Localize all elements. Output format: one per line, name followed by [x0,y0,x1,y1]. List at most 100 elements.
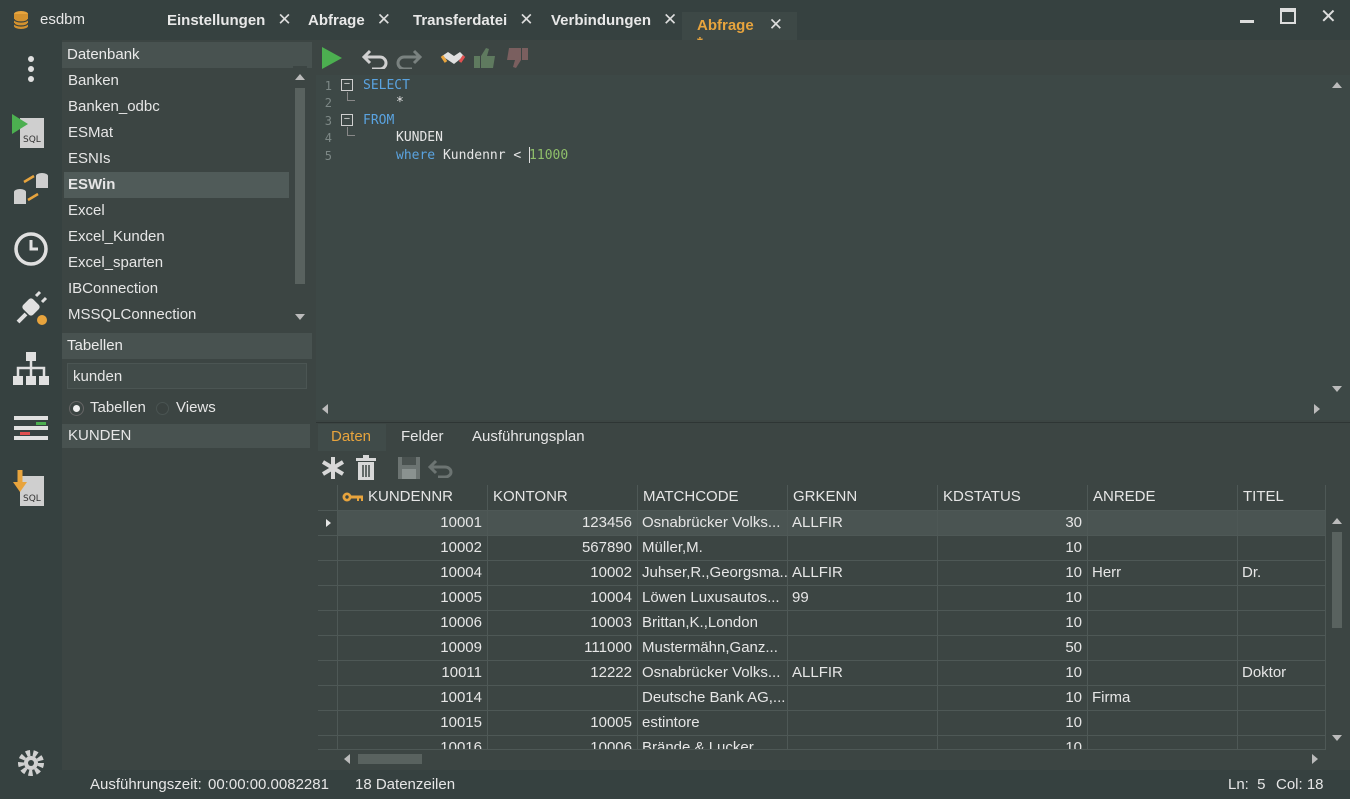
undo-icon[interactable] [362,47,390,69]
cell-kdstatus[interactable]: 30 [938,511,1088,536]
grid-horizontal-thumb[interactable] [358,754,422,764]
cell-kundennr[interactable]: 10001 [338,511,488,536]
thumbs-down-icon[interactable] [504,46,530,70]
column-header-kontonr[interactable]: KONTONR [488,485,638,511]
cell-kontonr[interactable]: 10006 [488,736,638,750]
cell-kdstatus[interactable]: 10 [938,586,1088,611]
cell-anrede[interactable] [1088,511,1238,536]
cell-kdstatus[interactable]: 10 [938,686,1088,711]
cell-kdstatus[interactable]: 10 [938,611,1088,636]
row-selector[interactable] [318,511,338,536]
column-header-kdstatus[interactable]: KDSTATUS [938,485,1088,511]
plug-settings-icon[interactable] [10,288,52,330]
cell-anrede[interactable] [1088,636,1238,661]
db-item[interactable]: Banken_odbc [64,94,289,120]
cell-kundennr[interactable]: 10009 [338,636,488,661]
cell-kontonr[interactable]: 123456 [488,511,638,536]
minimize-icon[interactable] [1238,8,1256,26]
cell-anrede[interactable] [1088,536,1238,561]
cell-matchcode[interactable]: Brände & Lucker [638,736,788,750]
column-header-anrede[interactable]: ANREDE [1088,485,1238,511]
cell-titel[interactable] [1238,736,1326,750]
cell-kdstatus[interactable]: 10 [938,711,1088,736]
cell-titel[interactable] [1238,611,1326,636]
cell-kundennr[interactable]: 10002 [338,536,488,561]
tab-felder[interactable]: Felder [401,428,444,445]
window-close-icon[interactable]: ✕ [1320,4,1337,29]
cell-kdstatus[interactable]: 10 [938,661,1088,686]
run-query-icon[interactable] [320,46,344,70]
grid-horizontal-scrollbar[interactable] [338,750,1328,768]
grid-vertical-thumb[interactable] [1332,532,1342,628]
close-icon[interactable]: ✕ [519,11,533,28]
cell-anrede[interactable] [1088,711,1238,736]
scroll-right-icon[interactable] [1313,403,1321,415]
scroll-up-icon[interactable] [294,73,306,81]
row-selector[interactable] [318,561,338,586]
cell-grkenn[interactable] [788,536,938,561]
cell-anrede[interactable] [1088,611,1238,636]
cell-grkenn[interactable] [788,611,938,636]
sql-import-icon[interactable]: SQL [10,468,52,510]
delete-trash-icon[interactable] [355,455,377,481]
tab-einstellungen[interactable]: Einstellungen ✕ [167,11,292,40]
db-item[interactable]: IBConnection [64,276,289,302]
more-vert-icon[interactable] [10,48,52,90]
cell-titel[interactable] [1238,636,1326,661]
sql-editor[interactable] [316,75,1350,420]
close-icon[interactable]: ✕ [377,11,391,28]
db-item[interactable]: Excel_sparten [64,250,289,276]
db-transfer-icon[interactable] [10,168,52,210]
cell-kontonr[interactable] [488,686,638,711]
cell-matchcode[interactable]: Juhser,R.,Georgsma... [638,561,788,586]
radio-views[interactable] [156,402,169,415]
cell-matchcode[interactable]: Deutsche Bank AG,... [638,686,788,711]
scroll-down-icon[interactable] [1331,385,1343,393]
cell-kundennr[interactable]: 10016 [338,736,488,750]
cell-kundennr[interactable]: 10004 [338,561,488,586]
sql-run-icon[interactable]: SQL [10,108,52,150]
cell-kontonr[interactable]: 10005 [488,711,638,736]
cell-kdstatus[interactable]: 10 [938,736,1088,750]
cell-titel[interactable]: Doktor [1238,661,1326,686]
cell-grkenn[interactable]: 99 [788,586,938,611]
cell-titel[interactable] [1238,536,1326,561]
history-clock-icon[interactable] [10,228,52,270]
cell-kundennr[interactable]: 10005 [338,586,488,611]
row-selector[interactable] [318,611,338,636]
cell-kontonr[interactable]: 12222 [488,661,638,686]
handshake-icon[interactable] [440,48,466,68]
db-item[interactable]: ESNIs [64,146,289,172]
cell-kundennr[interactable]: 10014 [338,686,488,711]
thumbs-up-icon[interactable] [472,46,498,70]
close-icon[interactable]: ✕ [663,11,677,28]
fold-toggle-icon[interactable]: − [341,79,353,91]
column-header-titel[interactable]: TITEL [1238,485,1326,511]
cell-grkenn[interactable] [788,686,938,711]
cell-kundennr[interactable]: 10015 [338,711,488,736]
row-selector[interactable] [318,736,338,750]
column-header-matchcode[interactable]: MATCHCODE [638,485,788,511]
scroll-up-icon[interactable] [1331,81,1343,89]
cell-grkenn[interactable]: ALLFIR [788,661,938,686]
db-item[interactable]: MSSQLConnection [64,302,289,328]
scroll-down-icon[interactable] [1331,734,1343,742]
cell-kontonr[interactable]: 10002 [488,561,638,586]
tab-abfrage[interactable]: Abfrage ✕ [308,11,391,40]
cell-titel[interactable] [1238,586,1326,611]
cell-matchcode[interactable]: Osnabrücker Volks... [638,661,788,686]
close-icon[interactable]: ✕ [277,11,291,28]
cell-titel[interactable] [1238,686,1326,711]
cell-kontonr[interactable]: 10003 [488,611,638,636]
cell-kdstatus[interactable]: 10 [938,561,1088,586]
db-item[interactable]: Excel [64,198,289,224]
save-disk-icon[interactable] [397,456,421,480]
close-icon[interactable]: ✕ [769,16,783,33]
cell-kdstatus[interactable]: 50 [938,636,1088,661]
cell-kontonr[interactable]: 567890 [488,536,638,561]
cell-anrede[interactable] [1088,736,1238,750]
redo-icon[interactable] [394,47,422,69]
cell-matchcode[interactable]: Mustermähn,Ganz... [638,636,788,661]
db-item[interactable]: ESMat [64,120,289,146]
cell-matchcode[interactable]: Löwen Luxusautos... [638,586,788,611]
